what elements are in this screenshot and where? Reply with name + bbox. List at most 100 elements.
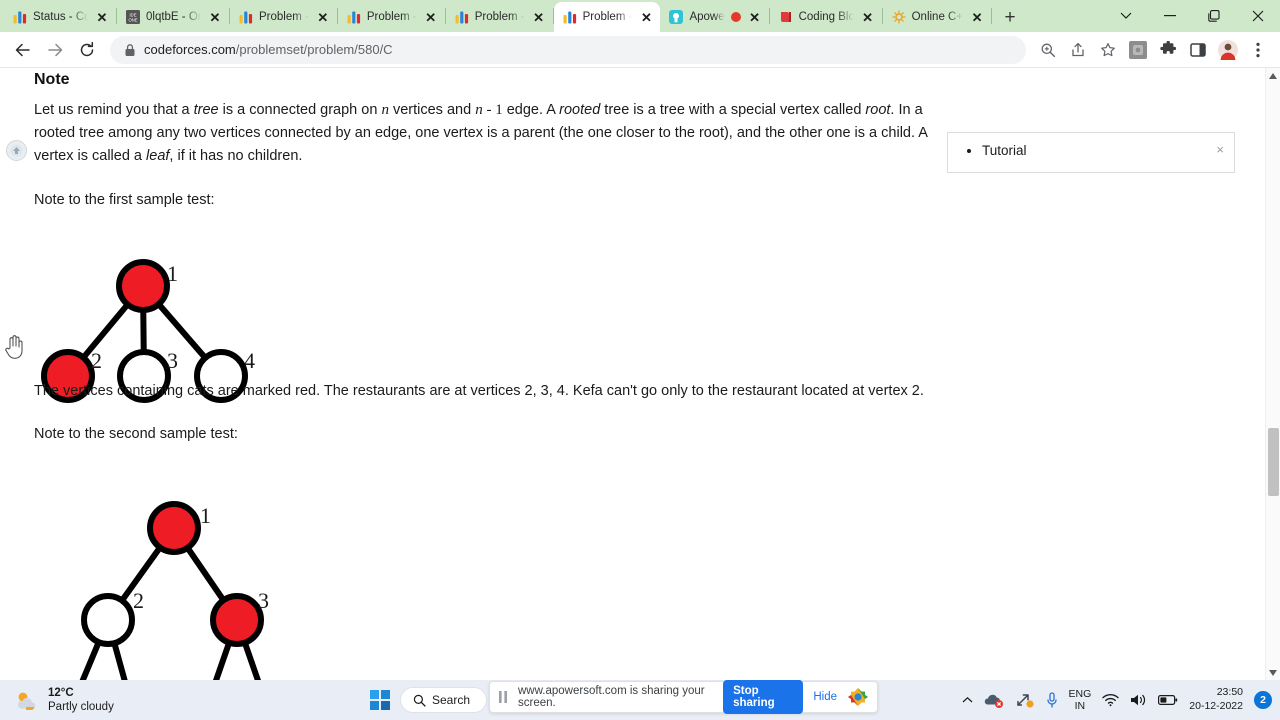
- wifi-icon[interactable]: [1102, 693, 1119, 707]
- pause-icon[interactable]: [498, 690, 508, 704]
- math-minus: -: [482, 101, 496, 118]
- recording-indicator-icon: [730, 12, 741, 22]
- back-arrow-icon[interactable]: [8, 35, 38, 65]
- page-scrollbar[interactable]: [1265, 68, 1280, 680]
- sample2-label: Note to the second sample test:: [34, 426, 238, 443]
- reload-icon[interactable]: [72, 35, 102, 65]
- bookmark-star-icon[interactable]: [1094, 36, 1122, 64]
- close-window-button[interactable]: [1236, 0, 1280, 32]
- math-one: 1: [495, 101, 503, 118]
- page-viewport: Note Let us remind you that a tree is a …: [0, 68, 1280, 680]
- browser-tab[interactable]: Status - Co ✕: [4, 2, 116, 32]
- page-title: Note: [34, 71, 70, 88]
- forward-arrow-icon[interactable]: [40, 35, 70, 65]
- tree2-nodes: [81, 501, 264, 647]
- term-tree: tree: [193, 101, 219, 118]
- tree1-node-1: [116, 259, 170, 313]
- tree1-label-3: 3: [167, 348, 178, 373]
- tab-title: Problem -: [259, 11, 309, 23]
- tree2-labels: 1 2 3 4 5 6 7: [133, 503, 269, 613]
- microphone-icon[interactable]: [1046, 691, 1058, 709]
- system-tray: ENG IN 23:50 20-12-2022 2: [962, 680, 1272, 720]
- close-icon[interactable]: ✕: [747, 9, 763, 25]
- tree2-node-2: [81, 593, 135, 647]
- math-n: n: [381, 101, 389, 118]
- update-icon[interactable]: [1015, 692, 1035, 708]
- apowersoft-icon: [669, 10, 684, 24]
- browser-tab[interactable]: Apowe ✕: [660, 2, 768, 32]
- extension-grey-icon[interactable]: [1124, 36, 1152, 64]
- lock-icon: [124, 43, 136, 57]
- scroll-to-top-arrow-icon[interactable]: [6, 140, 27, 161]
- window-controls: [1104, 0, 1280, 32]
- new-tab-button[interactable]: +: [996, 4, 1024, 32]
- between-text: The vertices containing cats are marked …: [34, 383, 924, 399]
- browser-tab-active[interactable]: Problem - ✕: [553, 2, 661, 32]
- close-icon[interactable]: ✕: [531, 9, 547, 25]
- tree1-label-1: 1: [167, 261, 178, 286]
- tree1-labels: 1 2 3 4: [91, 261, 255, 373]
- browser-tab[interactable]: Coding Blo ✕: [770, 2, 882, 32]
- taskbar-clock[interactable]: 23:50 20-12-2022: [1189, 686, 1243, 713]
- browser-tab[interactable]: Problem - ✕: [338, 2, 445, 32]
- address-domain: codeforces.com: [144, 42, 236, 57]
- close-icon[interactable]: ✕: [860, 9, 876, 25]
- share-icon[interactable]: [1064, 36, 1092, 64]
- address-bar[interactable]: codeforces.com/problemset/problem/580/C: [110, 35, 1026, 64]
- math-n: n: [475, 101, 483, 118]
- tree2-edges: [79, 525, 261, 680]
- scrollbar-down-arrow-icon[interactable]: [1266, 665, 1280, 680]
- scrollbar-up-arrow-icon[interactable]: [1266, 68, 1280, 83]
- tree2-edge-2-5: [105, 617, 128, 680]
- browser-tab[interactable]: Online C+ ✕: [883, 2, 991, 32]
- language-line2: IN: [1074, 700, 1086, 712]
- book-icon: [779, 10, 793, 24]
- zoom-icon[interactable]: [1034, 36, 1062, 64]
- weather-text: 12°C Partly cloudy: [48, 686, 114, 715]
- side-panel-icon[interactable]: [1184, 36, 1212, 64]
- notification-badge[interactable]: 2: [1254, 691, 1272, 709]
- tab-search-chevron-icon[interactable]: [1104, 0, 1148, 32]
- tree2-label-3: 3: [258, 588, 269, 613]
- minimize-button[interactable]: [1148, 0, 1192, 32]
- close-icon[interactable]: ✕: [94, 9, 110, 25]
- tab-title: 0lqtbE - On: [146, 11, 201, 23]
- close-icon[interactable]: ✕: [207, 9, 223, 25]
- weather-temperature: 12°C: [48, 686, 74, 699]
- browser-tab[interactable]: IDE ONE 0lqtbE - On ✕: [117, 2, 229, 32]
- close-icon[interactable]: ×: [1216, 142, 1224, 157]
- tree2-node-3: [210, 593, 264, 647]
- hide-button[interactable]: Hide: [813, 691, 837, 703]
- browser-tab[interactable]: Problem - ✕: [446, 2, 553, 32]
- close-icon[interactable]: ✕: [638, 9, 654, 25]
- show-hidden-icons-chevron-icon[interactable]: [962, 696, 973, 704]
- tab-strip: Status - Co ✕ IDE ONE 0lqtbE - On ✕ Probl…: [0, 0, 1280, 32]
- stop-sharing-button[interactable]: Stop sharing: [723, 680, 804, 714]
- close-icon[interactable]: ✕: [315, 9, 331, 25]
- kebab-menu-icon[interactable]: [1244, 36, 1272, 64]
- weather-condition: Partly cloudy: [48, 701, 114, 713]
- volume-icon[interactable]: [1130, 693, 1147, 707]
- close-icon[interactable]: ✕: [969, 9, 985, 25]
- tree1-edge-1-3: [140, 283, 147, 379]
- maximize-button[interactable]: [1192, 0, 1236, 32]
- close-icon[interactable]: ✕: [423, 9, 439, 25]
- tab-title: Online C+: [911, 11, 964, 23]
- note-text-fragment: vertices and: [388, 101, 476, 118]
- apowersoft-tray-icon[interactable]: [847, 686, 869, 708]
- browser-tab[interactable]: Problem - ✕: [230, 2, 337, 32]
- term-rooted: rooted: [559, 101, 601, 118]
- tutorial-link[interactable]: Tutorial: [982, 143, 1222, 158]
- weather-widget[interactable]: 12°C Partly cloudy: [14, 686, 114, 715]
- scrollbar-thumb[interactable]: [1268, 428, 1279, 496]
- codeforces-icon: [239, 10, 253, 24]
- language-indicator[interactable]: ENG IN: [1069, 688, 1092, 712]
- puzzle-icon[interactable]: [1154, 36, 1182, 64]
- tree1-edge-1-2: [65, 283, 146, 379]
- taskbar-search[interactable]: Search: [400, 687, 488, 713]
- onedrive-error-icon[interactable]: [984, 692, 1004, 708]
- start-button[interactable]: [370, 690, 390, 710]
- tree2-edge-3-6: [213, 617, 240, 680]
- profile-avatar[interactable]: [1214, 36, 1242, 64]
- battery-icon[interactable]: [1158, 694, 1178, 706]
